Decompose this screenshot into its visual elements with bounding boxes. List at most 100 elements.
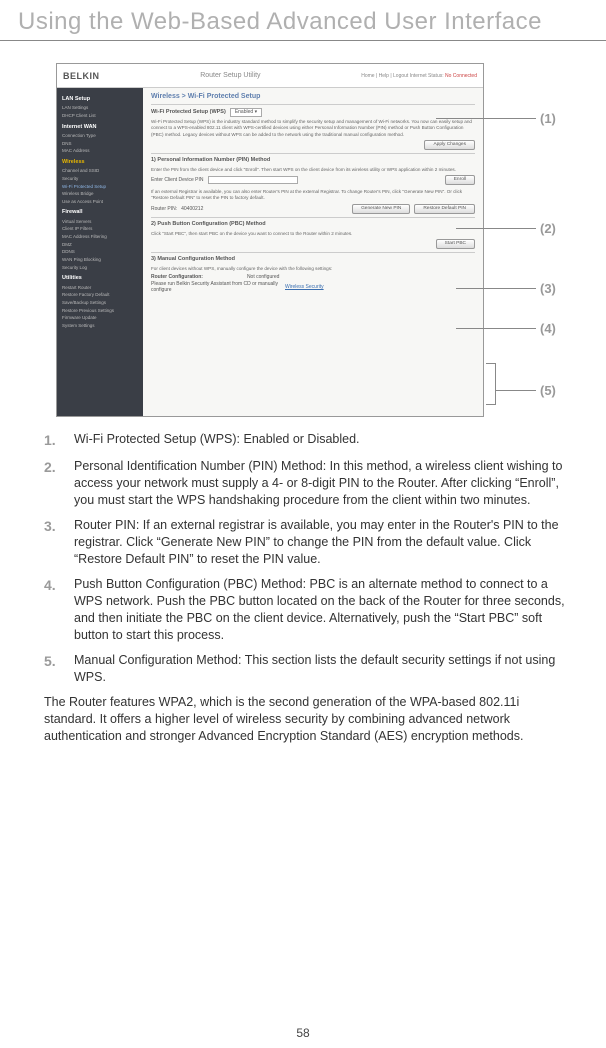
- status-value: No Connected: [445, 73, 477, 79]
- sidebar-item[interactable]: WAN Ping Blocking: [62, 256, 138, 264]
- sidebar-item[interactable]: Channel and SSID: [62, 167, 138, 175]
- top-nav: Home | Help | Logout Internet Status: No…: [361, 73, 477, 79]
- list-text: Manual Configuration Method: This sectio…: [74, 652, 572, 686]
- ext-registrar-text: If an external Registrar is available, y…: [151, 189, 475, 201]
- brand-logo: BELKIN: [63, 71, 100, 81]
- list-number: 3.: [44, 517, 74, 568]
- router-ui-screenshot: BELKIN Router Setup Utility Home | Help …: [56, 63, 484, 417]
- apply-changes-button[interactable]: Apply Changes: [424, 140, 475, 150]
- router-config-hint-row: Please run Belkin Security Assistant fro…: [151, 281, 475, 295]
- sidebar-item[interactable]: Save/Backup Settings: [62, 299, 138, 307]
- sidebar-item[interactable]: Virtual Servers: [62, 218, 138, 226]
- callout-line: [456, 228, 536, 229]
- divider: [151, 217, 475, 218]
- sidebar-item[interactable]: MAC Address Filtering: [62, 233, 138, 241]
- sidebar: LAN Setup LAN Settings DHCP Client List …: [57, 88, 143, 416]
- callout-2: (2): [456, 221, 556, 236]
- closing-paragraph: The Router features WPA2, which is the s…: [44, 694, 572, 745]
- list-text: Personal Identification Number (PIN) Met…: [74, 458, 572, 509]
- page-title: Using the Web-Based Advanced User Interf…: [0, 0, 606, 40]
- sidebar-section-firewall: Firewall: [62, 208, 138, 217]
- title-rule: [0, 40, 606, 41]
- wps-select[interactable]: Enabled ▾: [230, 108, 262, 117]
- wps-row: Wi-Fi Protected Setup (WPS) Enabled ▾: [151, 108, 475, 117]
- list-text: Push Button Configuration (PBC) Method: …: [74, 576, 572, 644]
- screenshot-figure: BELKIN Router Setup Utility Home | Help …: [56, 63, 576, 417]
- router-config-label: Router Configuration:: [151, 274, 203, 281]
- list-item: 2. Personal Identification Number (PIN) …: [44, 458, 572, 509]
- start-pbc-button[interactable]: Start PBC: [436, 239, 475, 249]
- body-content: 1. Wi-Fi Protected Setup (WPS): Enabled …: [0, 431, 606, 745]
- list-item: 3. Router PIN: If an external registrar …: [44, 517, 572, 568]
- sidebar-item[interactable]: Restart Router: [62, 284, 138, 292]
- sidebar-item[interactable]: Security Log: [62, 264, 138, 272]
- start-pbc-row: Start PBC: [151, 239, 475, 249]
- callout-5: (5): [496, 383, 556, 398]
- callout-line: [456, 328, 536, 329]
- utility-title: Router Setup Utility: [200, 72, 260, 79]
- breadcrumb: Wireless > Wi-Fi Protected Setup: [151, 92, 475, 101]
- main-panel: Wireless > Wi-Fi Protected Setup Wi-Fi P…: [143, 88, 483, 416]
- callout-label: (4): [540, 321, 556, 336]
- wps-label: Wi-Fi Protected Setup (WPS): [151, 109, 226, 116]
- callout-label: (5): [540, 383, 556, 398]
- enroll-button[interactable]: Enroll: [445, 175, 475, 185]
- list-number: 1.: [44, 431, 74, 450]
- sidebar-item[interactable]: DNS: [62, 140, 138, 148]
- sidebar-item[interactable]: Restore Previous Settings: [62, 307, 138, 315]
- sidebar-section-lan: LAN Setup: [62, 95, 138, 104]
- shot-header: BELKIN Router Setup Utility Home | Help …: [57, 64, 483, 88]
- router-config-value: Not configured: [247, 274, 280, 281]
- sidebar-item[interactable]: Firmware Update: [62, 314, 138, 322]
- sidebar-item[interactable]: DMZ: [62, 241, 138, 249]
- list-number: 4.: [44, 576, 74, 644]
- sidebar-item[interactable]: MAC Address: [62, 147, 138, 155]
- list-item: 1. Wi-Fi Protected Setup (WPS): Enabled …: [44, 431, 572, 450]
- section1-heading: 1) Personal Information Number (PIN) Met…: [151, 157, 475, 164]
- divider: [151, 153, 475, 154]
- callout-label: (2): [540, 221, 556, 236]
- callout-line: [436, 118, 536, 119]
- wps-select-value: Enabled: [235, 109, 253, 115]
- pin-row: Enter Client Device PIN Enroll: [151, 175, 475, 185]
- top-nav-links[interactable]: Home | Help | Logout Internet Status:: [361, 73, 443, 79]
- sidebar-item[interactable]: System Settings: [62, 322, 138, 330]
- section3-text: For client devices without WPS, manually…: [151, 266, 475, 272]
- sidebar-item[interactable]: DDNS: [62, 248, 138, 256]
- sidebar-item[interactable]: LAN Settings: [62, 104, 138, 112]
- section2-heading: 2) Push Button Configuration (PBC) Metho…: [151, 221, 475, 228]
- sidebar-item[interactable]: Restore Factory Default: [62, 291, 138, 299]
- callout-1: (1): [436, 111, 556, 126]
- divider: [151, 252, 475, 253]
- shot-body: LAN Setup LAN Settings DHCP Client List …: [57, 88, 483, 416]
- client-pin-input[interactable]: [208, 176, 298, 184]
- sidebar-item[interactable]: Client IP Filters: [62, 225, 138, 233]
- callout-label: (3): [540, 281, 556, 296]
- section2-text: Click "Start PBC", then start PBC on the…: [151, 231, 475, 237]
- callout-line: [456, 288, 536, 289]
- router-config-hint: Please run Belkin Security Assistant fro…: [151, 281, 281, 295]
- numbered-list: 1. Wi-Fi Protected Setup (WPS): Enabled …: [44, 431, 572, 686]
- callout-label: (1): [540, 111, 556, 126]
- generate-pin-button[interactable]: Generate New PIN: [352, 204, 410, 214]
- sidebar-item[interactable]: DHCP Client List: [62, 112, 138, 120]
- list-text: Wi-Fi Protected Setup (WPS): Enabled or …: [74, 431, 572, 450]
- list-number: 2.: [44, 458, 74, 509]
- section1-text: Enter the PIN from the client device and…: [151, 167, 475, 173]
- restore-pin-button[interactable]: Restore Default PIN: [414, 204, 475, 214]
- sidebar-item-active[interactable]: Wi-Fi Protected Setup: [62, 183, 138, 191]
- router-config-row: Router Configuration: Not configured: [151, 274, 475, 281]
- sidebar-item[interactable]: Wireless Bridge: [62, 190, 138, 198]
- callout-5-bracket: [486, 363, 496, 405]
- sidebar-item[interactable]: Use as Access Point: [62, 198, 138, 206]
- sidebar-section-wan: Internet WAN: [62, 123, 138, 132]
- wireless-security-link[interactable]: Wireless Security: [285, 284, 324, 291]
- sidebar-item[interactable]: Security: [62, 175, 138, 183]
- page-number: 58: [0, 1026, 606, 1040]
- list-number: 5.: [44, 652, 74, 686]
- sidebar-item[interactable]: Connection Type: [62, 132, 138, 140]
- router-pin-value: 40400212: [181, 206, 203, 213]
- intro-text: Wi-Fi Protected Setup (WPS) is the indus…: [151, 119, 475, 138]
- apply-row: Apply Changes: [151, 140, 475, 150]
- list-item: 4. Push Button Configuration (PBC) Metho…: [44, 576, 572, 644]
